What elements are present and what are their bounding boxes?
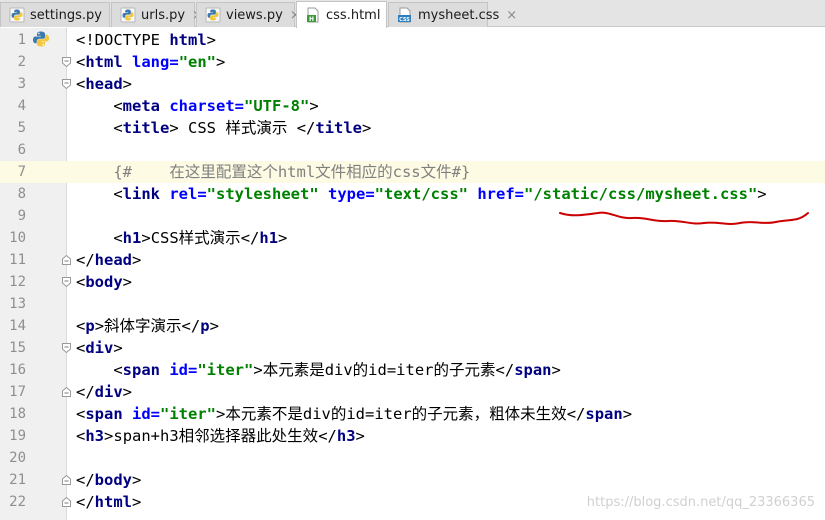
code-line[interactable]: 1 <!DOCTYPE html> [0, 29, 825, 51]
line-number: 3 [17, 76, 26, 92]
editor-tab-urls-py[interactable]: urls.py× [111, 2, 203, 27]
code-line[interactable]: 6 [0, 139, 825, 161]
python-icon [120, 7, 136, 23]
code-line[interactable]: 3 <head> [0, 73, 825, 95]
code-line[interactable]: 5 <title> CSS 样式演示 </title> [0, 117, 825, 139]
line-number: 8 [17, 186, 26, 202]
line-number: 21 [9, 472, 26, 488]
code-line[interactable]: 14 <p>斜体字演示</p> [0, 315, 825, 337]
code-line[interactable]: 15 <div> [0, 337, 825, 359]
line-number: 7 [17, 164, 26, 180]
line-number: 14 [9, 318, 26, 334]
line-number: 18 [9, 406, 26, 422]
code-text: <meta charset="UTF-8"> [113, 97, 319, 115]
editor-tab-mysheet-css[interactable]: CSS mysheet.css × [388, 2, 517, 27]
line-number: 5 [17, 120, 26, 136]
code-line[interactable]: 18 <span id="iter">本元素不是div的id=iter的子元素，粗… [0, 403, 825, 425]
line-number: 16 [9, 362, 26, 378]
code-text: <h1>CSS样式演示</h1> [113, 229, 288, 247]
tab-label: settings.py [30, 7, 102, 23]
line-number: 10 [9, 230, 26, 246]
fold-marker-icon[interactable] [62, 475, 71, 485]
line-number: 20 [9, 450, 26, 466]
line-number: 17 [9, 384, 26, 400]
fold-marker-icon[interactable] [62, 387, 71, 397]
fold-marker-icon[interactable] [62, 255, 71, 265]
editor-tab-settings-py[interactable]: settings.py× [0, 2, 120, 27]
code-line[interactable]: 12 <body> [0, 271, 825, 293]
code-line[interactable]: 7 {# 在这里配置这个html文件相应的css文件#} [0, 161, 825, 183]
code-text: {# 在这里配置这个html文件相应的css文件#} [76, 163, 471, 181]
css-file-icon: CSS [398, 7, 411, 23]
code-line[interactable]: 20 [0, 447, 825, 469]
watermark-text: https://blog.csdn.net/qq_23366365 [586, 495, 815, 510]
tab-label: mysheet.css [418, 7, 500, 23]
code-line[interactable]: 2 <html lang="en"> [0, 51, 825, 73]
code-text: <html lang="en"> [76, 53, 226, 71]
code-text: <body> [76, 273, 133, 291]
fold-marker-icon[interactable] [62, 497, 71, 507]
code-text: </body> [76, 471, 142, 489]
code-line[interactable]: 8 <link rel="stylesheet" type="text/css"… [0, 183, 825, 205]
close-icon[interactable]: × [506, 8, 517, 23]
code-line[interactable]: 11 </head> [0, 249, 825, 271]
code-text: <div> [76, 339, 123, 357]
code-text: <!DOCTYPE html> [76, 31, 217, 49]
editor-tab-css-html[interactable]: Hcss.html× [296, 1, 398, 28]
fold-marker-icon[interactable] [62, 343, 71, 353]
code-line[interactable]: 19 <h3>span+h3相邻选择器此处生效</h3> [0, 425, 825, 447]
tab-label: css.html [326, 7, 381, 23]
code-text: <h3>span+h3相邻选择器此处生效</h3> [76, 427, 365, 445]
code-text: <span id="iter">本元素不是div的id=iter的子元素，粗体未… [76, 405, 633, 423]
line-number: 6 [17, 142, 26, 158]
line-number: 19 [9, 428, 26, 444]
code-line[interactable]: 17 </div> [0, 381, 825, 403]
line-number: 2 [17, 54, 26, 70]
tab-label: views.py [226, 7, 283, 23]
code-line[interactable]: 16 <span id="iter">本元素是div的id=iter的子元素</… [0, 359, 825, 381]
svg-text:CSS: CSS [399, 17, 410, 23]
code-text: </div> [76, 383, 133, 401]
code-text: </html> [76, 493, 142, 511]
svg-text:H: H [309, 16, 314, 23]
code-line[interactable]: 10 <h1>CSS样式演示</h1> [0, 227, 825, 249]
line-number: 13 [9, 296, 26, 312]
html-file-icon: H [307, 7, 319, 23]
line-number: 12 [9, 274, 26, 290]
line-number: 4 [17, 98, 26, 114]
tab-label: urls.py [141, 7, 186, 23]
code-editor[interactable]: 1 <!DOCTYPE html> 2 <html lang="en"> 3 <head>… [0, 28, 825, 520]
editor-tab-views-py[interactable]: views.py× [196, 2, 301, 27]
code-text: </head> [76, 251, 142, 269]
red-annotation-underline [559, 211, 809, 225]
code-text: <p>斜体字演示</p> [76, 317, 219, 335]
code-text: <head> [76, 75, 133, 93]
fold-marker-icon[interactable] [62, 57, 71, 67]
code-line[interactable]: 21 </body> [0, 469, 825, 491]
line-number: 15 [9, 340, 26, 356]
line-number: 22 [9, 494, 26, 510]
fold-marker-icon[interactable] [62, 277, 71, 287]
code-text: <span id="iter">本元素是div的id=iter的子元素</spa… [113, 361, 561, 379]
line-number: 1 [17, 32, 26, 48]
code-line[interactable]: 13 [0, 293, 825, 315]
code-text: <title> CSS 样式演示 </title> [113, 119, 372, 137]
line-number: 9 [17, 208, 26, 224]
code-text: <link rel="stylesheet" type="text/css" h… [113, 185, 767, 203]
line-number: 11 [9, 252, 26, 268]
python-icon [205, 7, 221, 23]
code-line[interactable]: 4 <meta charset="UTF-8"> [0, 95, 825, 117]
python-icon [9, 7, 25, 23]
editor-tab-bar: settings.py×urls.py×views.py×Hcss.html×C… [0, 0, 825, 28]
fold-marker-icon[interactable] [62, 79, 71, 89]
